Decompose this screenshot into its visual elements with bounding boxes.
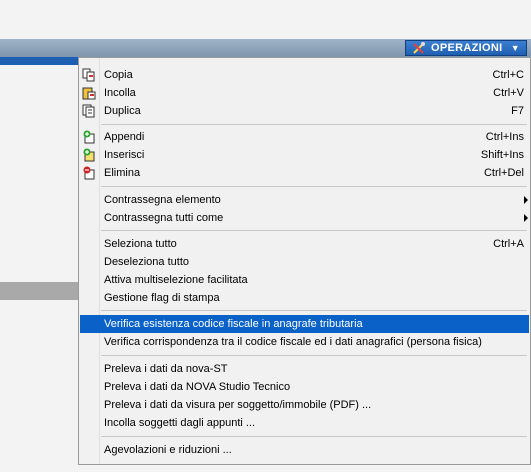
duplicate-icon [82, 104, 95, 118]
menu-item-label: Preleva i dati da NOVA Studio Tecnico [104, 381, 291, 393]
menu-item-label: Inserisci [104, 149, 145, 161]
operations-label: OPERAZIONI [431, 42, 503, 54]
paste-icon [82, 87, 96, 100]
toolbar: OPERAZIONI ▼ [0, 39, 531, 57]
menu-item-agevolazioni[interactable]: Agevolazioni e riduzioni ... [79, 441, 530, 459]
menu-item-label: Incolla [104, 87, 136, 99]
submenu-arrow-icon [524, 214, 528, 222]
menu-item-shortcut: F7 [511, 105, 524, 117]
menu-item-shortcut: Ctrl+V [493, 87, 524, 99]
menu-item-preleva-nova-st[interactable]: Preleva i dati da nova-ST [79, 360, 530, 378]
menu-item-contrassegna-elemento[interactable]: Contrassegna elemento [79, 191, 530, 209]
menu-item-label: Contrassegna tutti come [104, 212, 224, 224]
menu-separator [101, 124, 527, 125]
menu-item-seleziona-tutto[interactable]: Seleziona tutto Ctrl+A [79, 235, 530, 253]
menu-item-label: Elimina [104, 167, 141, 179]
menu-item-incolla-soggetti[interactable]: Incolla soggetti dagli appunti ... [79, 414, 530, 432]
menu-item-label: Gestione flag di stampa [104, 292, 220, 304]
menu-separator [101, 436, 527, 437]
menu-item-label: Copia [104, 69, 133, 81]
append-icon [83, 130, 95, 144]
menu-separator [101, 355, 527, 356]
menu-item-verifica-corrispondenza[interactable]: Verifica corrispondenza tra il codice fi… [79, 333, 530, 351]
menu-item-multiselezione[interactable]: Attiva multiselezione facilitata [79, 271, 530, 289]
menu-item-label: Verifica esistenza codice fiscale in ana… [104, 318, 363, 330]
menu-item-shortcut: Ctrl+C [492, 69, 524, 81]
menu-item-label: Preleva i dati da nova-ST [104, 363, 228, 375]
operations-menu: Copia Ctrl+C Incolla Ctrl+V Duplica F7 A… [78, 57, 531, 465]
menu-item-copia[interactable]: Copia Ctrl+C [79, 66, 530, 84]
menu-item-label: Contrassegna elemento [104, 194, 221, 206]
menu-separator [101, 186, 527, 187]
delete-icon [83, 166, 95, 180]
menu-item-shortcut: Ctrl+A [493, 238, 524, 250]
menu-separator [101, 310, 527, 311]
copy-icon [82, 68, 95, 82]
menu-item-deseleziona-tutto[interactable]: Deseleziona tutto [79, 253, 530, 271]
menu-item-inserisci[interactable]: Inserisci Shift+Ins [79, 146, 530, 164]
menu-item-incolla[interactable]: Incolla Ctrl+V [79, 84, 530, 102]
menu-item-preleva-visura[interactable]: Preleva i dati da visura per soggetto/im… [79, 396, 530, 414]
submenu-arrow-icon [524, 196, 528, 204]
tools-icon [413, 42, 425, 54]
menu-item-label: Duplica [104, 105, 141, 117]
menu-item-label: Appendi [104, 131, 145, 143]
menu-item-label: Agevolazioni e riduzioni ... [104, 444, 232, 456]
menu-item-label: Incolla soggetti dagli appunti ... [104, 417, 256, 429]
menu-item-duplica[interactable]: Duplica F7 [79, 102, 530, 120]
menu-item-shortcut: Shift+Ins [480, 149, 524, 161]
menu-item-shortcut: Ctrl+Ins [485, 131, 524, 143]
selected-row-strip [0, 57, 78, 65]
chevron-down-icon: ▼ [510, 43, 520, 53]
operations-button[interactable]: OPERAZIONI ▼ [405, 40, 527, 56]
insert-icon [83, 148, 95, 162]
menu-item-label: Preleva i dati da visura per soggetto/im… [104, 399, 372, 411]
menu-item-elimina[interactable]: Elimina Ctrl+Del [79, 164, 530, 182]
menu-separator [101, 230, 527, 231]
menu-item-contrassegna-tutti[interactable]: Contrassegna tutti come [79, 209, 530, 227]
menu-item-flag-stampa[interactable]: Gestione flag di stampa [79, 289, 530, 307]
menu-item-label: Seleziona tutto [104, 238, 177, 250]
menu-item-label: Deseleziona tutto [104, 256, 189, 268]
menu-item-appendi[interactable]: Appendi Ctrl+Ins [79, 128, 530, 146]
menu-item-label: Verifica corrispondenza tra il codice fi… [104, 336, 482, 348]
menu-item-shortcut: Ctrl+Del [483, 167, 524, 179]
menu-item-label: Attiva multiselezione facilitata [104, 274, 248, 286]
background-row-strip [0, 282, 78, 300]
menu-item-preleva-nova-studio[interactable]: Preleva i dati da NOVA Studio Tecnico [79, 378, 530, 396]
menu-item-verifica-codice-fiscale[interactable]: Verifica esistenza codice fiscale in ana… [80, 315, 529, 333]
